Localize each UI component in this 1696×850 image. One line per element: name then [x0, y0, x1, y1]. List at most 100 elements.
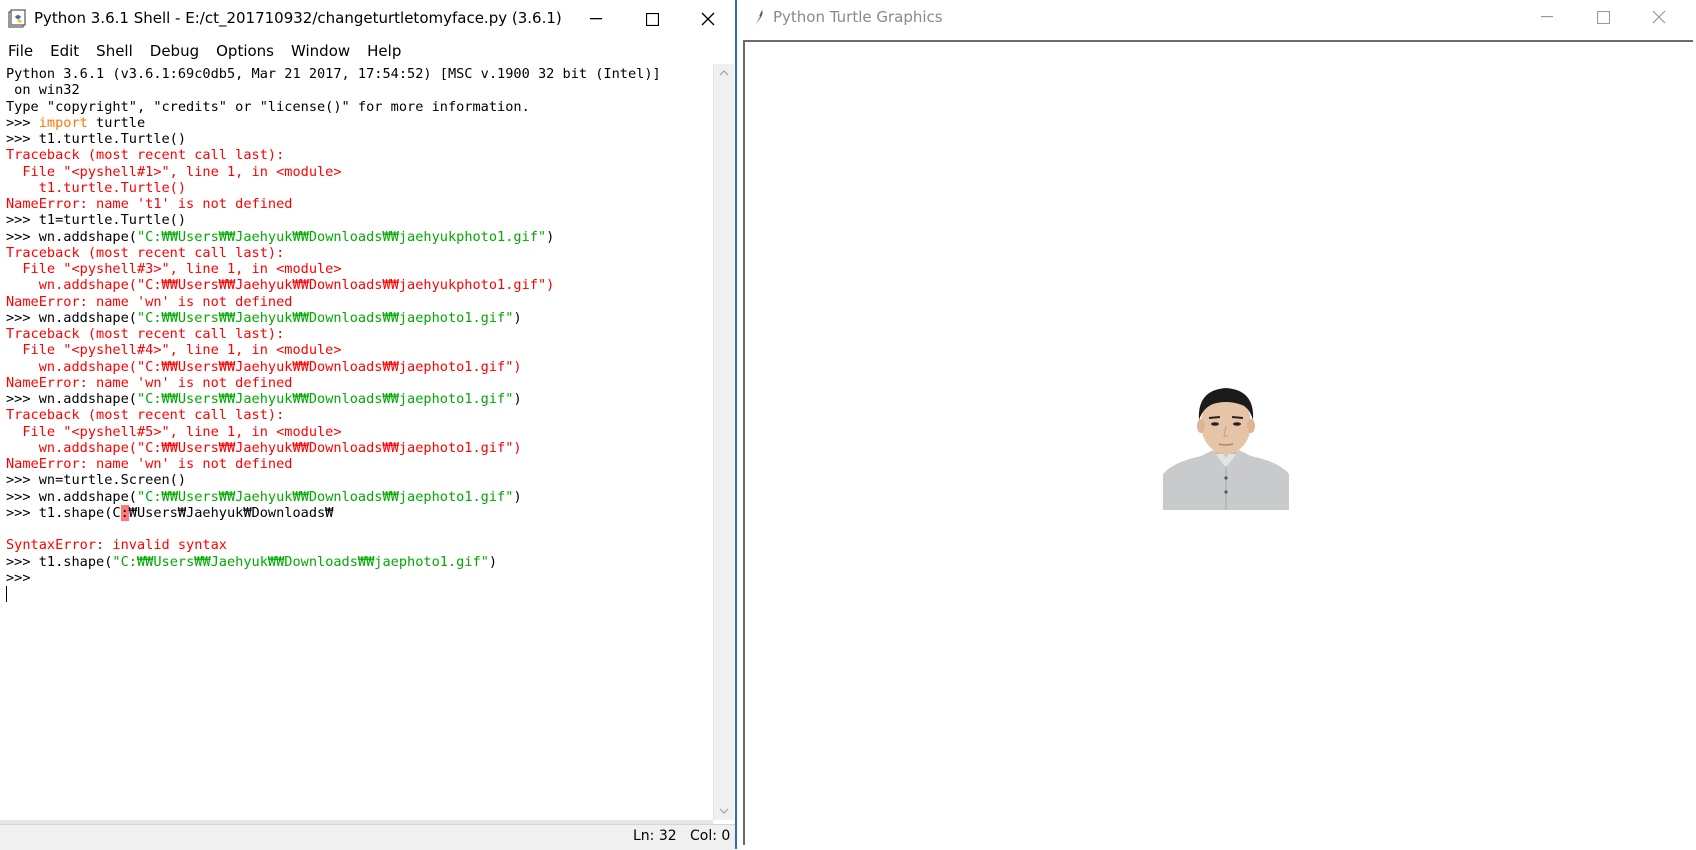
shell-line: File "<pyshell#1>", line 1, in <module> — [6, 164, 713, 180]
turtle-portrait-shape — [1163, 386, 1289, 510]
menu-bar: File Edit Shell Debug Options Window Hel… — [0, 38, 735, 64]
shell-text: >>> wn.addshape( — [6, 228, 137, 245]
shell-line: >>> t1.shape("C:₩₩Users₩₩Jaehyuk₩₩Downlo… — [6, 554, 713, 570]
tk-feather-icon — [751, 8, 765, 28]
shell-error-text: t1.turtle.Turtle() — [6, 179, 187, 196]
shell-text: >>> — [6, 114, 39, 131]
shell-text: ₩Users₩Jaehyuk₩Downloads₩ — [128, 504, 334, 521]
shell-line: on win32 — [6, 82, 713, 98]
shell-line: File "<pyshell#4>", line 1, in <module> — [6, 342, 713, 358]
shell-string-text: "C:₩₩Users₩₩Jaehyuk₩₩Downloads₩₩jaehyukp… — [136, 228, 547, 245]
shell-close-button[interactable] — [680, 0, 736, 38]
shell-text-area[interactable]: Python 3.6.1 (v3.6.1:69c0db5, Mar 21 201… — [6, 66, 713, 816]
shell-error-text: File "<pyshell#4>", line 1, in <module> — [6, 342, 342, 359]
shell-error-text: Traceback (most recent call last): — [6, 326, 285, 342]
shell-line: Traceback (most recent call last): — [6, 326, 713, 342]
shell-line: NameError: name 'wn' is not defined — [6, 456, 713, 472]
shell-line: >>> wn=turtle.Screen() — [6, 472, 713, 488]
shell-error-text: NameError: name 'wn' is not defined — [6, 456, 293, 472]
shell-line: wn.addshape("C:₩₩Users₩₩Jaehyuk₩₩Downloa… — [6, 440, 713, 456]
shell-line: NameError: name 'wn' is not defined — [6, 294, 713, 310]
status-column-number: Col: 0 — [690, 828, 731, 844]
turtle-close-button[interactable] — [1631, 0, 1687, 36]
shell-line: >>> t1=turtle.Turtle() — [6, 212, 713, 228]
menu-options[interactable]: Options — [208, 38, 283, 64]
shell-error-text: wn.addshape("C:₩₩Users₩₩Jaehyuk₩₩Downloa… — [6, 358, 522, 375]
shell-string-text: "C:₩₩Users₩₩Jaehyuk₩₩Downloads₩₩jaephoto… — [112, 553, 489, 570]
shell-line: SyntaxError: invalid syntax — [6, 537, 713, 553]
maximize-icon — [1596, 10, 1610, 24]
shell-text: ) — [546, 228, 555, 245]
shell-error-text: File "<pyshell#3>", line 1, in <module> — [6, 261, 342, 277]
shell-line: File "<pyshell#3>", line 1, in <module> — [6, 261, 713, 277]
close-icon — [1652, 10, 1666, 24]
shell-line: Traceback (most recent call last): — [6, 407, 713, 423]
scroll-down-button[interactable] — [714, 802, 734, 820]
menu-help[interactable]: Help — [359, 38, 410, 64]
idle-app-icon — [8, 9, 28, 29]
shell-text: >>> — [6, 569, 39, 586]
shell-minimize-button[interactable] — [568, 0, 624, 38]
menu-shell[interactable]: Shell — [88, 38, 142, 64]
turtle-minimize-button[interactable] — [1519, 0, 1575, 36]
shell-string-text: "C:₩₩Users₩₩Jaehyuk₩₩Downloads₩₩jaephoto… — [136, 309, 514, 326]
shell-title-bar[interactable]: Python 3.6.1 Shell - E:/ct_201710932/cha… — [0, 0, 735, 38]
shell-error-text: Traceback (most recent call last): — [6, 147, 285, 164]
shell-cursor-line — [6, 586, 713, 602]
shell-text: >>> t1.shape( — [6, 553, 113, 570]
shell-text: >>> wn.addshape( — [6, 391, 137, 407]
menu-edit[interactable]: Edit — [42, 38, 88, 64]
shell-error-text: SyntaxError: invalid syntax — [6, 537, 227, 554]
shell-error-text: File "<pyshell#5>", line 1, in <module> — [6, 423, 342, 440]
shell-text: >>> wn.addshape( — [6, 309, 137, 326]
vertical-scrollbar[interactable] — [713, 64, 734, 820]
shell-line: wn.addshape("C:₩₩Users₩₩Jaehyuk₩₩Downloa… — [6, 359, 713, 375]
shell-text: turtle — [87, 114, 146, 131]
idle-shell-window: Python 3.6.1 Shell - E:/ct_201710932/cha… — [0, 0, 737, 850]
shell-text: on win32 — [6, 82, 80, 99]
shell-line: >>> t1.turtle.Turtle() — [6, 131, 713, 147]
turtle-title-bar[interactable]: Python Turtle Graphics — [739, 0, 1696, 36]
shell-text: Python 3.6.1 (v3.6.1:69c0db5, Mar 21 201… — [6, 66, 661, 82]
scroll-up-button[interactable] — [714, 64, 734, 82]
shell-error-text: NameError: name 't1' is not defined — [6, 196, 293, 212]
shell-text: ) — [513, 309, 522, 326]
menu-debug[interactable]: Debug — [142, 38, 208, 64]
shell-line: >>> wn.addshape("C:₩₩Users₩₩Jaehyuk₩₩Dow… — [6, 391, 713, 407]
shell-error-text: wn.addshape("C:₩₩Users₩₩Jaehyuk₩₩Downloa… — [6, 277, 555, 294]
scroll-up-icon — [719, 70, 729, 76]
shell-text: ) — [513, 391, 522, 407]
shell-error-text: Traceback (most recent call last): — [6, 407, 285, 424]
shell-error-text: NameError: name 'wn' is not defined — [6, 374, 293, 391]
turtle-canvas[interactable] — [743, 40, 1693, 845]
close-icon — [701, 12, 715, 26]
shell-line: NameError: name 'wn' is not defined — [6, 375, 713, 391]
shell-keyword-text: import — [38, 114, 88, 131]
shell-text: Type "copyright", "credits" or "license(… — [6, 98, 530, 115]
shell-string-text: "C:₩₩Users₩₩Jaehyuk₩₩Downloads₩₩jaephoto… — [136, 391, 514, 407]
shell-text: >>> t1.shape(C — [6, 504, 121, 521]
menu-window[interactable]: Window — [283, 38, 359, 64]
minimize-icon — [590, 18, 602, 20]
status-line-number: Ln: 32 — [633, 828, 677, 844]
turtle-maximize-button[interactable] — [1575, 0, 1631, 36]
shell-line: t1.turtle.Turtle() — [6, 180, 713, 196]
menu-file[interactable]: File — [0, 38, 42, 64]
shell-line: Type "copyright", "credits" or "license(… — [6, 99, 713, 115]
shell-line: >>> — [6, 570, 713, 586]
status-bar: Ln: 32 Col: 0 — [0, 824, 735, 850]
scroll-down-icon — [719, 808, 729, 814]
shell-error-text: Traceback (most recent call last): — [6, 244, 285, 261]
shell-line: Traceback (most recent call last): — [6, 245, 713, 261]
shell-line: wn.addshape("C:₩₩Users₩₩Jaehyuk₩₩Downloa… — [6, 277, 713, 293]
shell-text: >>> wn.addshape( — [6, 488, 137, 505]
minimize-icon — [1541, 16, 1553, 18]
shell-text: >>> t1.turtle.Turtle() — [6, 131, 187, 147]
shell-maximize-button[interactable] — [624, 0, 680, 38]
shell-line: >>> t1.shape(C:₩Users₩Jaehyuk₩Downloads₩ — [6, 504, 713, 521]
shell-error-text: NameError: name 'wn' is not defined — [6, 293, 293, 310]
shell-text: ) — [513, 488, 522, 505]
shell-text: >>> t1=turtle.Turtle() — [6, 212, 187, 229]
shell-text: >>> wn=turtle.Screen() — [6, 472, 187, 489]
